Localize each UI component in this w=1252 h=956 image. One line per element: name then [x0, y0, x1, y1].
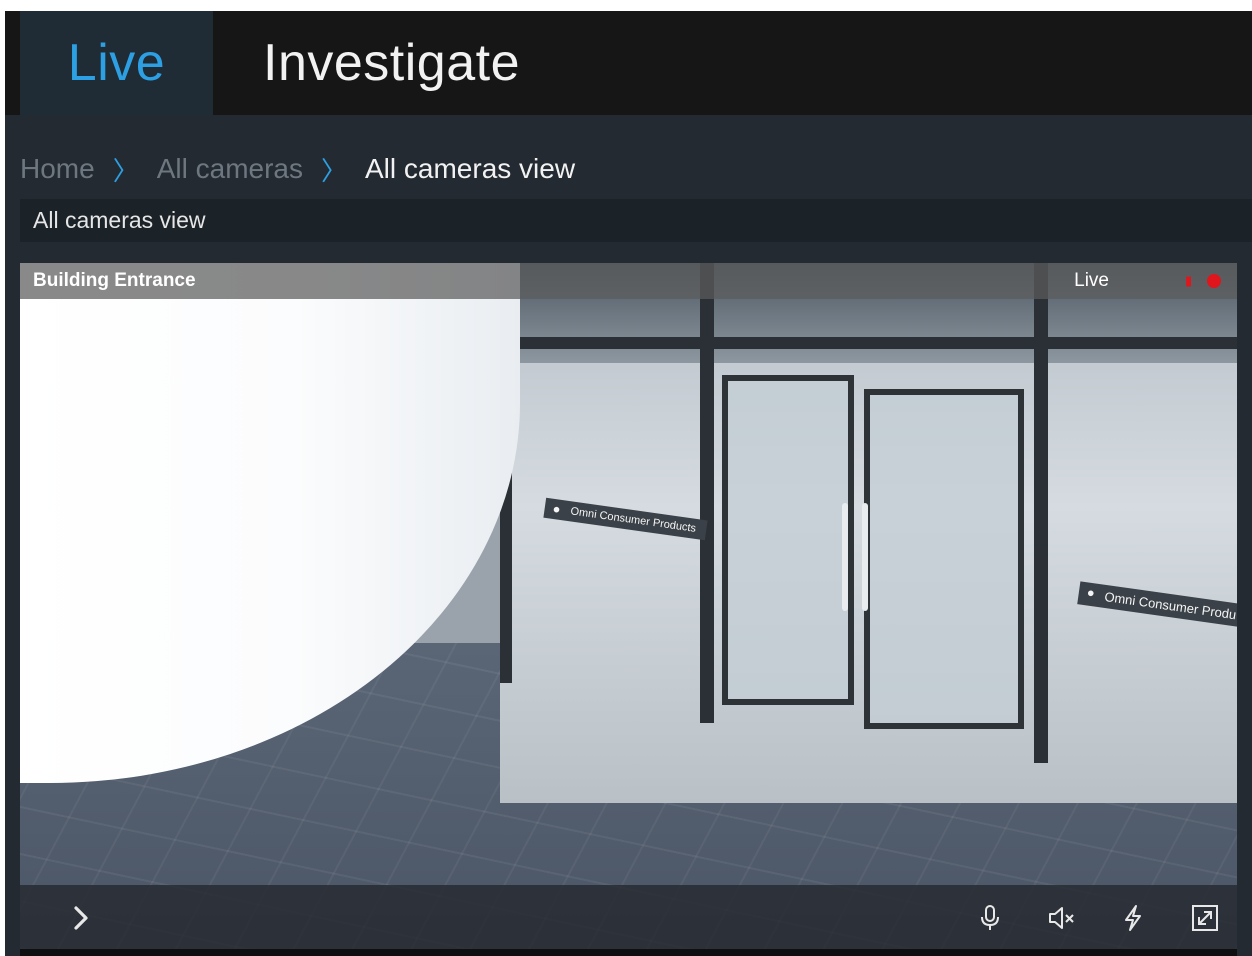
speaker-muted-icon: [1049, 907, 1074, 929]
app-window: Live Investigate Home 〉 All cameras 〉 Al…: [5, 11, 1252, 956]
breadcrumb: Home 〉 All cameras 〉 All cameras view: [20, 149, 575, 189]
microphone-icon: [981, 905, 999, 930]
recording-indicator-icon: ▮: [1185, 273, 1193, 288]
camera-tile-header: Building Entrance Live ▮: [20, 263, 1237, 299]
breadcrumb-home[interactable]: Home: [20, 153, 95, 185]
tab-live[interactable]: Live: [20, 11, 213, 115]
mute-button[interactable]: [1044, 901, 1078, 935]
tile-bottom-edge: [20, 949, 1237, 956]
video-signage: Omni Consumer Produ: [1077, 581, 1237, 628]
camera-tile[interactable]: Omni Consumer Products Omni Consumer Pro…: [20, 263, 1237, 949]
top-navigation: Live Investigate: [5, 11, 1252, 115]
tab-investigate[interactable]: Investigate: [263, 11, 520, 115]
video-door-handle: [862, 503, 868, 611]
fullscreen-button[interactable]: [1188, 901, 1222, 935]
trigger-action-button[interactable]: [1116, 901, 1150, 935]
expand-icon: [1192, 905, 1218, 931]
recording-dot-icon: [1207, 274, 1221, 288]
microphone-button[interactable]: [973, 901, 1007, 935]
lightning-icon: [1125, 905, 1141, 931]
live-status-label: Live: [1074, 270, 1109, 291]
view-title-bar: All cameras view: [20, 199, 1252, 242]
video-door-right: [864, 389, 1024, 729]
video-frame: [500, 337, 1237, 349]
video-door-handle: [842, 503, 848, 611]
video-signage: Omni Consumer Products: [543, 497, 708, 541]
camera-name: Building Entrance: [33, 270, 196, 291]
breadcrumb-separator: 〉: [112, 155, 139, 186]
breadcrumb-current: All cameras view: [365, 153, 576, 184]
video-facade: Omni Consumer Products Omni Consumer Pro…: [500, 263, 1237, 803]
chevron-right-icon: [74, 906, 88, 930]
camera-controls-bar: [20, 885, 1237, 949]
expand-panel-button[interactable]: [64, 901, 98, 935]
camera-video-feed[interactable]: Omni Consumer Products Omni Consumer Pro…: [20, 263, 1237, 949]
video-frame: [700, 263, 714, 723]
view-title: All cameras view: [33, 207, 206, 233]
video-door-left: [722, 375, 854, 705]
breadcrumb-all-cameras[interactable]: All cameras: [157, 153, 303, 185]
breadcrumb-separator: 〉: [320, 155, 347, 186]
